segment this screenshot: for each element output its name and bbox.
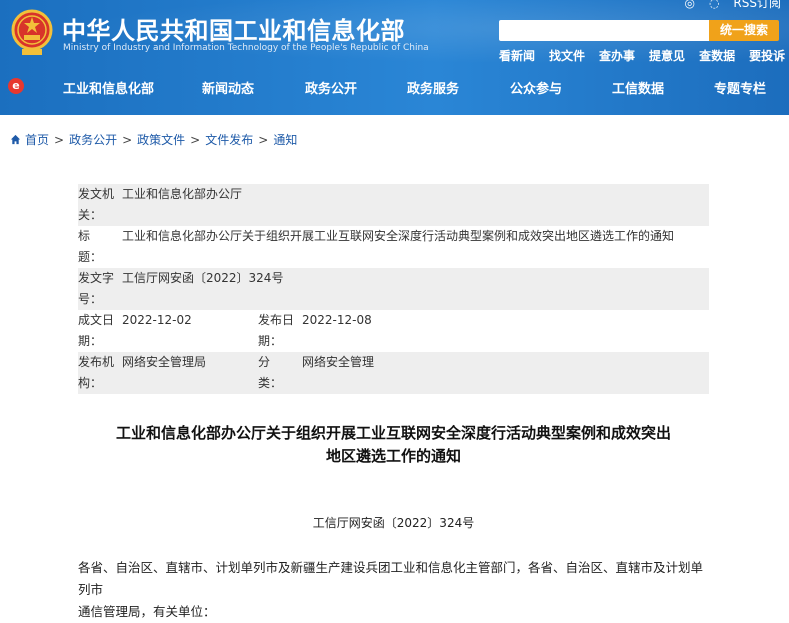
top-utility-bar: ◎ ◌ RSS订阅 [684, 0, 781, 11]
nav-item-participation[interactable]: 公众参与 [510, 78, 562, 97]
nav-item-news[interactable]: 新闻动态 [202, 78, 254, 97]
meta-label-docnum: 发文字号： [78, 271, 115, 306]
meta-label-published: 发布日期： [258, 313, 295, 348]
salutation-line: 各省、自治区、直辖市、计划单列市及新疆生产建设兵团工业和信息化主管部门，各省、自… [78, 560, 704, 597]
meta-pair-agency: 发布机构： 网络安全管理局 [78, 352, 258, 394]
nav-item-gov-services[interactable]: 政务服务 [407, 78, 459, 97]
search-button[interactable]: 统一搜索 [709, 20, 779, 41]
quick-link-news[interactable]: 看新闻 [499, 47, 535, 64]
quick-links: 看新闻 找文件 查办事 提意见 查数据 要投诉 [499, 47, 785, 64]
meta-value-agency: 网络安全管理局 [122, 355, 207, 369]
nav-item-data[interactable]: 工信数据 [612, 78, 664, 97]
document-title: 工业和信息化部办公厅关于组织开展工业互联网安全深度行活动典型案例和成效突出 地区… [78, 422, 709, 468]
breadcrumb-file-release[interactable]: 文件发布 [205, 131, 253, 148]
meta-row-dates: 成文日期： 2022-12-02 发布日期： 2022-12-08 [78, 310, 709, 352]
quick-link-files[interactable]: 找文件 [549, 47, 585, 64]
nav-item-gov-affairs[interactable]: 政务公开 [305, 78, 357, 97]
quick-link-data[interactable]: 查数据 [699, 47, 735, 64]
breadcrumb-home[interactable]: 首页 [25, 131, 49, 148]
meta-label-written: 成文日期： [78, 313, 115, 348]
breadcrumb-policy-docs[interactable]: 政策文件 [137, 131, 185, 148]
quick-link-complaint[interactable]: 要投诉 [749, 47, 785, 64]
meta-row-title: 标 题： 工业和信息化部办公厅关于组织开展工业互联网安全深度行活动典型案例和成效… [78, 226, 709, 268]
document-title-line: 工业和信息化部办公厅关于组织开展工业互联网安全深度行活动典型案例和成效突出 [115, 424, 671, 442]
meta-label-issuer: 发文机关： [78, 187, 115, 222]
document-title-line: 地区遴选工作的通知 [325, 447, 461, 465]
quick-link-feedback[interactable]: 提意见 [649, 47, 685, 64]
site-header: 中华人民共和国工业和信息化部 Ministry of Industry and … [0, 0, 789, 115]
wechat-icon[interactable]: ◌ [709, 0, 719, 10]
nav-item-topics[interactable]: 专题专栏 [714, 78, 766, 97]
site-subtitle: Ministry of Industry and Information Tec… [63, 43, 429, 53]
breadcrumb-separator: > [190, 132, 201, 147]
meta-value-title: 工业和信息化部办公厅关于组织开展工业互联网安全深度行活动典型案例和成效突出地区遴… [122, 229, 675, 243]
breadcrumb-separator: > [122, 132, 133, 147]
main-nav: e 工业和信息化部 新闻动态 政务公开 政务服务 公众参与 工信数据 专题专栏 [0, 70, 789, 104]
meta-label-title: 标 题： [78, 229, 115, 264]
search-input[interactable] [499, 20, 709, 41]
meta-row-issuer: 发文机关： 工业和信息化部办公厅 [78, 184, 709, 226]
nav-item-ministry[interactable]: 工业和信息化部 [63, 78, 154, 97]
document-number: 工信厅网安函〔2022〕324号 [312, 516, 475, 530]
national-emblem-icon [11, 9, 53, 55]
breadcrumb-notice[interactable]: 通知 [273, 131, 297, 148]
breadcrumb-gov-affairs[interactable]: 政务公开 [69, 131, 117, 148]
meta-pair-written: 成文日期： 2022-12-02 [78, 310, 258, 352]
meta-row-docnum: 发文字号： 工信厅网安函〔2022〕324号 [78, 268, 709, 310]
meta-value-docnum: 工信厅网安函〔2022〕324号 [122, 271, 284, 285]
meta-value-category: 网络安全管理 [302, 355, 375, 369]
meta-label-agency: 发布机构： [78, 355, 115, 390]
meta-value-published: 2022-12-08 [302, 313, 372, 327]
salutation-line: 通信管理局，有关单位： [78, 604, 216, 619]
meta-row-agency: 发布机构： 网络安全管理局 分 类： 网络安全管理 [78, 352, 709, 394]
breadcrumb-separator: > [258, 132, 269, 147]
weibo-icon[interactable]: ◎ [684, 0, 694, 10]
site-title[interactable]: 中华人民共和国工业和信息化部 [62, 11, 405, 46]
document-metadata-table: 发文机关： 工业和信息化部办公厅 标 题： 工业和信息化部办公厅关于组织开展工业… [78, 184, 709, 394]
meta-pair-published: 发布日期： 2022-12-08 [258, 310, 438, 352]
ministry-logo-icon[interactable]: e [8, 78, 24, 94]
meta-pair-category: 分 类： 网络安全管理 [258, 352, 438, 394]
home-icon [10, 134, 21, 145]
breadcrumb: 首页 > 政务公开 > 政策文件 > 文件发布 > 通知 [10, 131, 297, 148]
meta-value-written: 2022-12-02 [122, 313, 192, 327]
rss-link[interactable]: RSS订阅 [733, 0, 781, 11]
meta-label-category: 分 类： [258, 355, 295, 390]
meta-value-issuer: 工业和信息化部办公厅 [122, 187, 243, 201]
breadcrumb-separator: > [54, 132, 65, 147]
quick-link-services[interactable]: 查办事 [599, 47, 635, 64]
document-body: 各省、自治区、直辖市、计划单列市及新疆生产建设兵团工业和信息化主管部门，各省、自… [78, 557, 709, 623]
